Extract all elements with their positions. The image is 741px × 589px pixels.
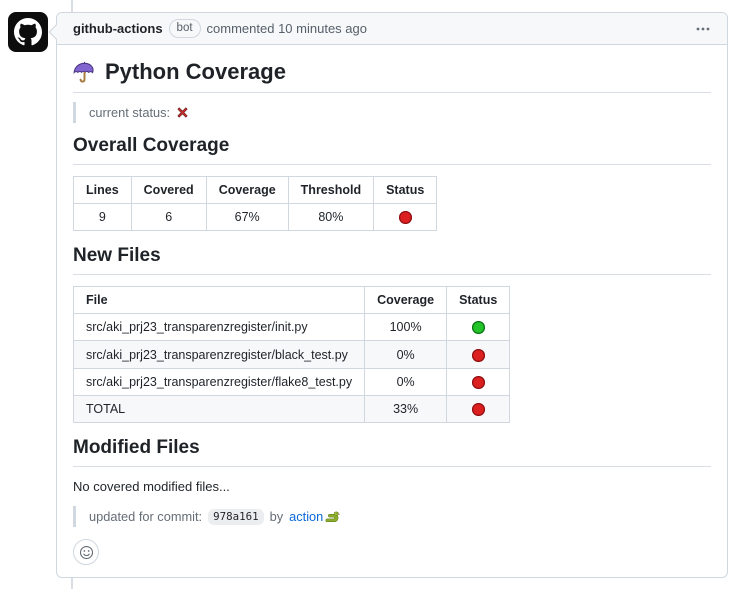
- modified-files-heading: Modified Files: [73, 437, 711, 467]
- action-link[interactable]: action: [289, 507, 323, 526]
- column-header: Covered: [131, 177, 206, 204]
- coverage-cell: 0%: [365, 368, 447, 395]
- coverage-cell: 0%: [365, 341, 447, 368]
- column-header: File: [74, 287, 365, 314]
- column-header: Coverage: [206, 177, 288, 204]
- current-status-label: current status:: [89, 103, 170, 122]
- column-header: Status: [374, 177, 437, 204]
- file-cell: src/aki_prj23_transparenzregister/black_…: [74, 341, 365, 368]
- status-circle-icon: [472, 349, 485, 362]
- total-cell: TOTAL: [74, 395, 365, 422]
- author-link[interactable]: github-actions: [73, 20, 163, 38]
- commit-hash-chip[interactable]: 978a161: [208, 509, 264, 525]
- umbrella-icon: [73, 61, 96, 84]
- comment-meta: commented 10 minutes ago: [207, 20, 367, 38]
- overall-coverage-heading: Overall Coverage: [73, 135, 711, 165]
- kebab-menu-button[interactable]: [695, 21, 711, 37]
- coverage-cell: 33%: [365, 395, 447, 422]
- snake-icon: [325, 509, 340, 524]
- comment-card: github-actions bot commented 10 minutes …: [56, 12, 728, 578]
- status-cell: [447, 341, 510, 368]
- table-row: TOTAL 33%: [74, 395, 510, 422]
- bot-badge: bot: [169, 19, 201, 38]
- cross-mark-icon: [176, 106, 189, 119]
- table-row: src/aki_prj23_transparenzregister/flake8…: [74, 368, 510, 395]
- status-circle-icon: [399, 211, 412, 224]
- updated-label: updated for commit:: [89, 507, 202, 526]
- file-cell: src/aki_prj23_transparenzregister/init.p…: [74, 314, 365, 341]
- column-header: Lines: [74, 177, 132, 204]
- status-cell: [447, 314, 510, 341]
- coverage-cell: 100%: [365, 314, 447, 341]
- column-header: Status: [447, 287, 510, 314]
- table-header-row: File Coverage Status: [74, 287, 510, 314]
- table-header-row: Lines Covered Coverage Threshold Status: [74, 177, 437, 204]
- file-cell: src/aki_prj23_transparenzregister/flake8…: [74, 368, 365, 395]
- updated-commit-quote: updated for commit: 978a161 by action: [73, 506, 711, 527]
- table-row: 9 6 67% 80%: [74, 204, 437, 231]
- new-files-table: File Coverage Status src/aki_prj23_trans…: [73, 286, 510, 423]
- overall-coverage-table: Lines Covered Coverage Threshold Status …: [73, 176, 437, 231]
- new-files-heading: New Files: [73, 245, 711, 275]
- table-row: src/aki_prj23_transparenzregister/init.p…: [74, 314, 510, 341]
- status-circle-icon: [472, 376, 485, 389]
- no-modified-files-text: No covered modified files...: [73, 479, 711, 494]
- comment-body: Python Coverage current status: Overall …: [57, 45, 727, 577]
- comment-header: github-actions bot commented 10 minutes …: [57, 13, 727, 45]
- status-cell: [447, 368, 510, 395]
- lines-cell: 9: [74, 204, 132, 231]
- column-header: Coverage: [365, 287, 447, 314]
- table-row: src/aki_prj23_transparenzregister/black_…: [74, 341, 510, 368]
- covered-cell: 6: [131, 204, 206, 231]
- add-reaction-button[interactable]: [73, 539, 99, 565]
- report-title: Python Coverage: [73, 59, 711, 93]
- avatar[interactable]: [8, 12, 48, 52]
- by-label: by: [270, 507, 284, 526]
- threshold-cell: 80%: [288, 204, 373, 231]
- status-cell: [447, 395, 510, 422]
- coverage-cell: 67%: [206, 204, 288, 231]
- status-circle-icon: [472, 321, 485, 334]
- current-status-quote: current status:: [73, 102, 711, 123]
- report-title-text: Python Coverage: [105, 59, 286, 85]
- smiley-icon: [79, 545, 94, 560]
- column-header: Threshold: [288, 177, 373, 204]
- github-octocat-icon: [14, 18, 42, 46]
- kebab-icon: [695, 21, 711, 37]
- status-circle-icon: [472, 403, 485, 416]
- status-cell: [374, 204, 437, 231]
